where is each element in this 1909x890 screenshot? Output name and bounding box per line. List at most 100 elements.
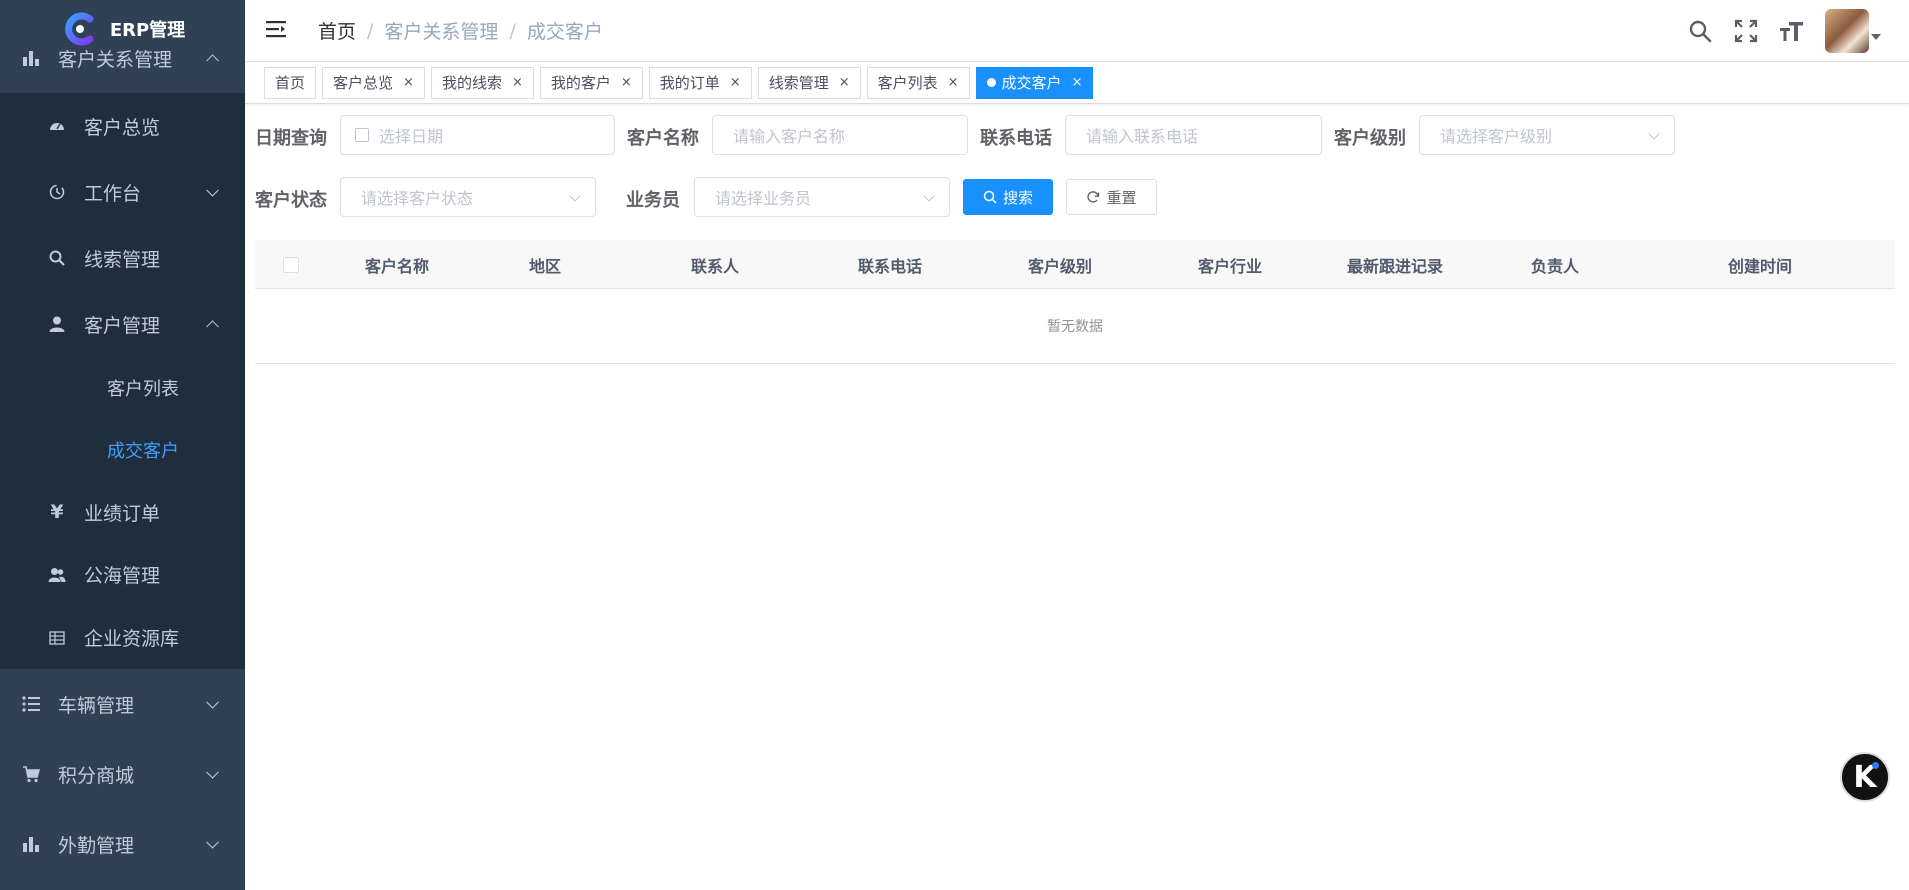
users-icon (46, 564, 68, 586)
column-header: 客户行业 (1197, 256, 1262, 276)
column-header: 客户名称 (364, 256, 429, 276)
chevron-down-icon (206, 835, 219, 849)
sidebar-item-label: 企业资源库 (84, 628, 180, 650)
checkbox[interactable] (283, 256, 299, 273)
sidebar-item-closed-customers[interactable]: 成交客户 (0, 419, 245, 481)
caret-down-icon (1871, 34, 1881, 40)
tag-my-customers[interactable]: 我的客户 × (539, 66, 643, 99)
sidebar-item-crm[interactable]: 客户关系管理 (0, 43, 245, 73)
search-icon[interactable] (1687, 18, 1713, 44)
select-all-checkbox[interactable] (281, 240, 301, 289)
search-button[interactable]: 搜索 (963, 179, 1053, 215)
sidebar-item-customer-overview[interactable]: 客户总览 (0, 93, 245, 159)
chevron-down-icon (1648, 128, 1660, 140)
customer-table: 客户名称 地区 联系人 联系电话 客户级别 客户行业 最新跟进记录 负责人 创建… (255, 240, 1895, 364)
cart-icon (20, 763, 42, 785)
phone-placeholder: 请输入联系电话 (1086, 127, 1199, 146)
breadcrumb-separator: / (367, 19, 374, 42)
customer-status-select[interactable]: 请选择客户状态 (340, 177, 596, 217)
phone-input[interactable]: 请输入联系电话 (1065, 115, 1322, 155)
tag-label: 客户列表 (877, 74, 938, 92)
close-icon[interactable]: × (730, 75, 741, 90)
chevron-up-icon (206, 320, 219, 334)
sidebar-item-field-management[interactable]: 外勤管理 (0, 809, 245, 879)
close-icon[interactable]: × (512, 75, 523, 90)
column-header: 负责人 (1530, 256, 1579, 276)
breadcrumb: 首页 / 客户关系管理 / 成交客户 (318, 17, 603, 44)
navbar-actions (1687, 0, 1881, 62)
column-header: 客户级别 (1027, 256, 1092, 276)
column-header: 联系电话 (857, 256, 922, 276)
close-icon[interactable]: × (839, 75, 850, 90)
avatar[interactable] (1825, 9, 1869, 53)
date-picker[interactable]: 选择日期 (340, 115, 615, 155)
sidebar-item-label: 客户总览 (84, 116, 161, 139)
close-icon[interactable]: × (1072, 75, 1083, 90)
customer-status-placeholder: 请选择客户状态 (361, 189, 474, 208)
sidebar-item-label: 客户关系管理 (58, 48, 173, 71)
sidebar-item-points-mall[interactable]: 积分商城 (0, 739, 245, 809)
chevron-up-icon (206, 54, 219, 68)
sidebar-item-workbench[interactable]: 工作台 (0, 159, 245, 225)
yen-icon: ¥ (50, 501, 64, 523)
tag-customer-list[interactable]: 客户列表 × (866, 66, 970, 99)
phone-label: 联系电话 (980, 128, 1052, 149)
customer-name-input[interactable]: 请输入客户名称 (712, 115, 968, 155)
close-icon[interactable]: × (621, 75, 632, 90)
bar-chart-icon (20, 47, 42, 69)
sidebar-menu: 客户关系管理 客户总览 工作台 线索管理 客户管理 客户列表 成交客户 ¥ 业绩… (0, 43, 245, 879)
customer-status-label: 客户状态 (255, 190, 327, 211)
empty-text: 暂无数据 (1047, 319, 1103, 335)
date-placeholder: 选择日期 (379, 127, 444, 146)
font-size-icon[interactable] (1779, 18, 1805, 44)
user-icon (46, 313, 68, 335)
hamburger-icon[interactable] (266, 19, 290, 43)
customer-level-select[interactable]: 请选择客户级别 (1419, 115, 1675, 155)
sidebar-item-label: 业绩订单 (84, 502, 161, 525)
floating-assistant-button[interactable]: K (1840, 752, 1890, 802)
breadcrumb-home[interactable]: 首页 (318, 17, 356, 44)
breadcrumb-crm: 客户关系管理 (384, 21, 499, 43)
close-icon[interactable]: × (948, 75, 959, 90)
table-header: 客户名称 地区 联系人 联系电话 客户级别 客户行业 最新跟进记录 负责人 创建… (255, 240, 1895, 289)
fullscreen-icon[interactable] (1733, 18, 1759, 44)
sidebar-item-public-pool[interactable]: 公海管理 (0, 543, 245, 606)
tags-view: 首页 客户总览 × 我的线索 × 我的客户 × 我的订单 × 线索管理 × 客户列表 × 成… (245, 62, 1909, 104)
sidebar-item-label: 外勤管理 (58, 834, 135, 857)
sidebar-item-enterprise-resources[interactable]: 企业资源库 (0, 606, 245, 669)
user-menu[interactable] (1825, 9, 1881, 53)
chevron-down-icon (206, 183, 219, 197)
sidebar-item-label: 客户列表 (107, 379, 179, 400)
sidebar-item-vehicle-management[interactable]: 车辆管理 (0, 669, 245, 739)
reset-button[interactable]: 重置 (1066, 179, 1157, 215)
sidebar-item-label: 车辆管理 (58, 694, 135, 717)
tag-home[interactable]: 首页 (264, 66, 317, 99)
history-icon (46, 181, 68, 203)
reset-button-label: 重置 (1106, 188, 1137, 207)
close-icon[interactable]: × (403, 75, 414, 90)
logo-text: ERP管理 (109, 20, 186, 41)
tag-lead-management[interactable]: 线索管理 × (757, 66, 861, 99)
sidebar-item-lead-management[interactable]: 线索管理 (0, 225, 245, 291)
tag-customer-overview[interactable]: 客户总览 × (322, 66, 425, 99)
sidebar-item-performance-orders[interactable]: ¥ 业绩订单 (0, 481, 245, 543)
sidebar-item-customer-list[interactable]: 客户列表 (0, 357, 245, 419)
active-dot-icon (986, 78, 996, 87)
status-dot (1872, 762, 1879, 769)
salesman-select[interactable]: 请选择业务员 (694, 177, 950, 217)
customer-level-placeholder: 请选择客户级别 (1440, 127, 1553, 146)
sidebar-item-label: 成交客户 (107, 441, 179, 462)
tag-closed-customers[interactable]: 成交客户 × (975, 66, 1094, 99)
column-header: 最新跟进记录 (1346, 256, 1443, 276)
date-label: 日期查询 (255, 128, 327, 149)
search-icon (46, 247, 68, 269)
salesman-label: 业务员 (626, 190, 680, 211)
sidebar-item-label: 客户管理 (84, 314, 161, 337)
tag-my-leads[interactable]: 我的线索 × (430, 66, 534, 99)
calendar-icon (355, 128, 369, 142)
search-button-label: 搜索 (1002, 188, 1033, 207)
navbar: 首页 / 客户关系管理 / 成交客户 (245, 0, 1909, 62)
bar-chart-icon (20, 833, 42, 855)
sidebar-item-customer-management[interactable]: 客户管理 (0, 291, 245, 357)
tag-my-orders[interactable]: 我的订单 × (648, 66, 752, 99)
